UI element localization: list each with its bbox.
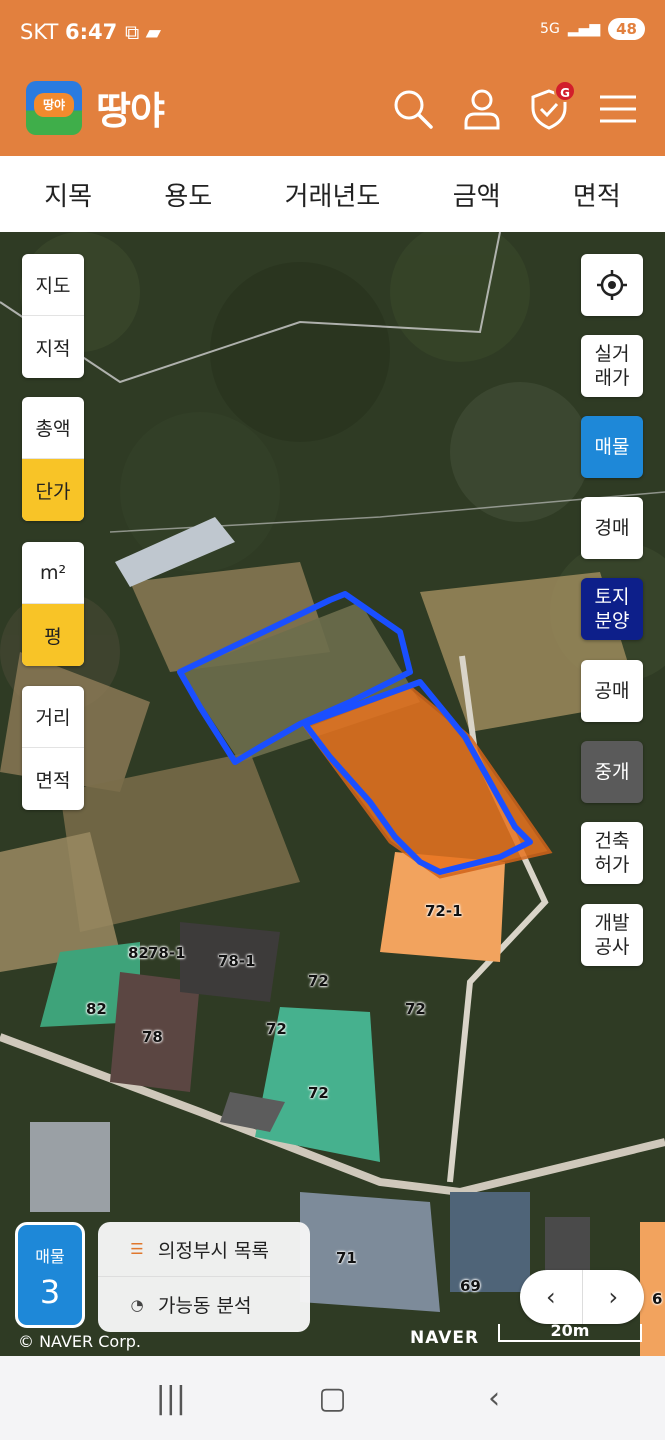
satellite-map[interactable]: 72-1 82 78-1 78-1 82 78 72 72 72 72 71 6… xyxy=(0,232,665,1356)
parcel-label: 78 xyxy=(142,1028,163,1046)
parcel-label: 72 xyxy=(405,1000,426,1018)
unit-pyeong[interactable]: 평 xyxy=(22,604,84,666)
status-right: 5G ▂▄▆ 48 xyxy=(540,18,645,40)
city-list-button[interactable]: ☰ 의정부시 목록 xyxy=(98,1222,310,1277)
back-icon[interactable]: ‹ xyxy=(464,1381,524,1416)
city-list-label: 의정부시 목록 xyxy=(158,1239,269,1262)
map-imagery xyxy=(0,232,665,1356)
network-type: 5G xyxy=(540,21,560,37)
map-scale: 20m xyxy=(498,1323,642,1342)
prev-arrow-icon[interactable]: ‹ xyxy=(520,1270,583,1324)
app-root: SKT 6:47 ⧉ ▰ 5G ▂▄▆ 48 땅야 땅야 G 지목 용도 거래년… xyxy=(0,0,665,1440)
signal-icon: ▂▄▆ xyxy=(567,21,601,37)
measure-tools: 거리 면적 xyxy=(22,686,84,810)
dong-analysis-label: 가능동 분석 xyxy=(158,1295,252,1317)
building-permit-button[interactable]: 건축허가 xyxy=(581,822,643,884)
listing-button[interactable]: 매물 xyxy=(581,416,643,478)
parcel-label: 82 xyxy=(86,1000,107,1018)
listing-count-label: 매물 xyxy=(35,1247,65,1266)
listing-count-button[interactable]: 매물 3 xyxy=(15,1222,85,1328)
shield-check-icon[interactable]: G xyxy=(528,80,576,130)
map-type-cadastral[interactable]: 지적 xyxy=(22,316,84,378)
parcel-label: 78-1 xyxy=(218,952,256,970)
naver-logo: NAVER xyxy=(410,1328,480,1348)
measure-distance[interactable]: 거리 xyxy=(22,686,84,748)
locate-icon xyxy=(597,270,627,300)
dong-analysis-button[interactable]: ◔ 가능동 분석 xyxy=(98,1277,310,1332)
filter-area[interactable]: 면적 xyxy=(573,176,621,213)
auction-button[interactable]: 경매 xyxy=(581,497,643,559)
filter-bar: 지목 용도 거래년도 금액 면적 xyxy=(0,156,665,232)
filter-price[interactable]: 금액 xyxy=(453,176,501,213)
app-logo[interactable]: 땅야 땅야 xyxy=(26,80,165,135)
filter-usage[interactable]: 용도 xyxy=(164,176,212,213)
list-icon: ☰ xyxy=(130,1240,144,1258)
locate-button[interactable] xyxy=(581,254,643,316)
menu-icon[interactable] xyxy=(597,88,639,130)
logo-icon: 땅야 xyxy=(26,80,82,135)
unit-toggle: m² 평 xyxy=(22,542,84,666)
brokerage-button[interactable]: 중개 xyxy=(581,741,643,803)
parcel-label: 82 xyxy=(128,944,149,962)
next-arrow-icon[interactable]: › xyxy=(583,1270,645,1324)
filter-land-category[interactable]: 지목 xyxy=(44,176,92,213)
land-sale-button[interactable]: 토지분양 xyxy=(581,578,643,640)
app-name: 땅야 xyxy=(96,89,165,133)
system-nav-bar: ||| ▢ ‹ xyxy=(0,1356,665,1440)
listing-count-value: 3 xyxy=(39,1273,61,1311)
parcel-label: 69 xyxy=(460,1277,481,1295)
public-auction-button[interactable]: 공매 xyxy=(581,660,643,722)
parcel-label: 72 xyxy=(308,1084,329,1102)
parcel-label: 6 xyxy=(652,1290,663,1308)
price-mode-toggle: 총액 단가 xyxy=(22,397,84,521)
price-mode-total[interactable]: 총액 xyxy=(22,397,84,459)
measure-area[interactable]: 면적 xyxy=(22,748,84,810)
development-button[interactable]: 개발공사 xyxy=(581,904,643,966)
carrier: SKT xyxy=(20,20,59,44)
status-bar: SKT 6:47 ⧉ ▰ 5G ▂▄▆ 48 xyxy=(20,18,645,48)
clock: 6:47 xyxy=(65,20,118,44)
screenshot-icon: ⧉ ▰ xyxy=(125,20,162,44)
search-icon[interactable] xyxy=(392,88,434,130)
map-type-map[interactable]: 지도 xyxy=(22,254,84,316)
user-icon[interactable] xyxy=(461,88,503,130)
recent-apps-icon[interactable]: ||| xyxy=(141,1381,201,1416)
parcel-label: 72-1 xyxy=(425,902,463,920)
parcel-label: 71 xyxy=(336,1249,357,1267)
status-carrier-time: SKT 6:47 xyxy=(20,20,117,44)
parcel-label: 72 xyxy=(266,1020,287,1038)
real-trade-price-button[interactable]: 실거래가 xyxy=(581,335,643,397)
parcel-label: 72 xyxy=(308,972,329,990)
map-copyright: © NAVER Corp. xyxy=(18,1332,142,1351)
notification-badge: G xyxy=(554,80,576,102)
home-icon[interactable]: ▢ xyxy=(302,1381,362,1416)
region-actions-panel: ☰ 의정부시 목록 ◔ 가능동 분석 xyxy=(98,1222,310,1332)
parcel-label: 78-1 xyxy=(148,944,186,962)
price-mode-unit[interactable]: 단가 xyxy=(22,459,84,521)
map-type-toggle: 지도 지적 xyxy=(22,254,84,378)
unit-sqm[interactable]: m² xyxy=(22,542,84,604)
app-header: SKT 6:47 ⧉ ▰ 5G ▂▄▆ 48 땅야 땅야 G xyxy=(0,0,665,156)
filter-trade-year[interactable]: 거래년도 xyxy=(285,176,381,213)
pie-chart-icon: ◔ xyxy=(130,1295,144,1314)
battery-level: 48 xyxy=(608,18,645,40)
pager: ‹ › xyxy=(520,1270,644,1324)
